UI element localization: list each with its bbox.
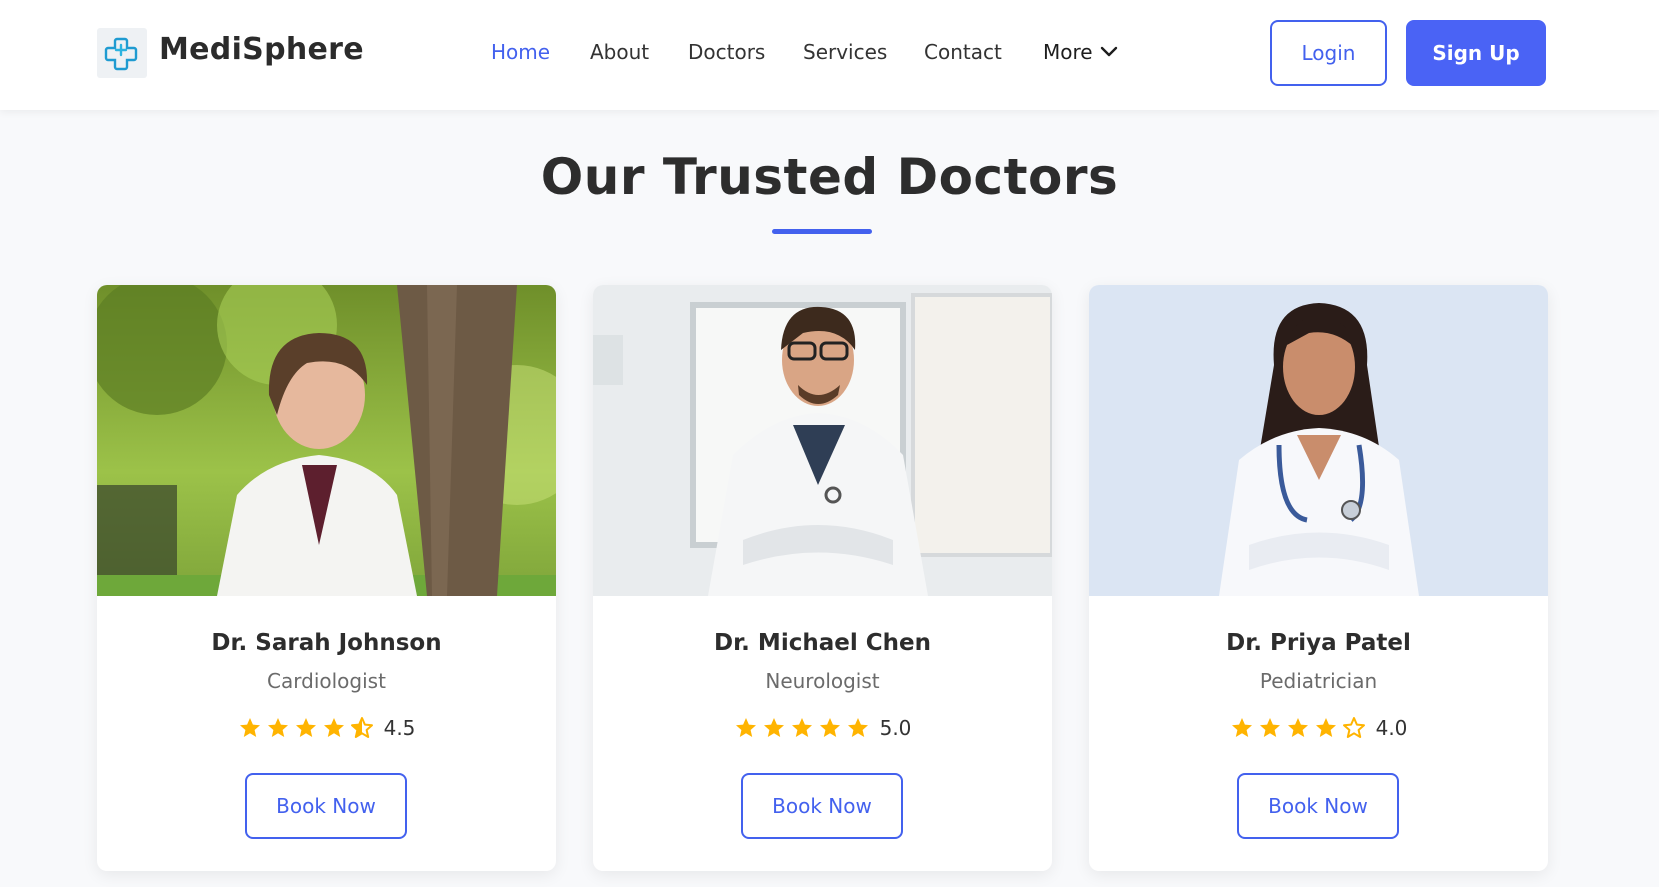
star-full-icon (295, 718, 316, 737)
doctor-specialty: Cardiologist (267, 669, 386, 693)
star-rating (1230, 716, 1366, 740)
star-full-icon (1287, 718, 1308, 737)
nav-item-home[interactable]: Home (491, 40, 550, 64)
star-full-icon (763, 718, 784, 737)
book-now-button[interactable]: Book Now (1237, 773, 1399, 839)
doctor-photo (593, 285, 1052, 596)
star-rating (238, 716, 374, 740)
book-now-button[interactable]: Book Now (245, 773, 407, 839)
star-full-icon (1231, 718, 1252, 737)
star-full-icon (267, 718, 288, 737)
star-full-icon (323, 718, 344, 737)
doctor-name: Dr. Michael Chen (714, 630, 931, 656)
star-full-icon (819, 718, 840, 737)
star-full-icon (1259, 718, 1280, 737)
title-underline (772, 229, 872, 234)
nav-item-doctors[interactable]: Doctors (688, 40, 765, 64)
doctor-card: Dr. Priya Patel Pediatrician 4.0 Book No… (1089, 285, 1548, 871)
nav-more-label: More (1043, 40, 1093, 64)
signup-button[interactable]: Sign Up (1406, 20, 1546, 86)
section-title: Our Trusted Doctors (540, 148, 1119, 206)
star-rating (734, 716, 870, 740)
brand-name[interactable]: MediSphere (159, 32, 364, 67)
rating-value: 4.0 (1375, 716, 1408, 740)
doctor-name: Dr. Sarah Johnson (211, 630, 442, 656)
top-navbar: MediSphere Home About Doctors Services C… (0, 0, 1659, 110)
nav-item-more[interactable]: More (1043, 40, 1119, 64)
star-full-icon (239, 718, 260, 737)
doctor-specialty: Pediatrician (1259, 669, 1378, 693)
doctor-specialty: Neurologist (765, 669, 880, 693)
rating-row: 5.0 (593, 716, 1052, 740)
nav-item-contact[interactable]: Contact (924, 40, 1002, 64)
star-full-icon (735, 718, 756, 737)
rating-row: 4.5 (97, 716, 556, 740)
rating-value: 4.5 (383, 716, 416, 740)
star-half-icon (350, 717, 373, 738)
rating-row: 4.0 (1089, 716, 1548, 740)
nav-item-services[interactable]: Services (803, 40, 887, 64)
medical-cross-icon[interactable] (97, 28, 147, 78)
doctor-photo (1089, 285, 1548, 596)
star-full-icon (847, 718, 868, 737)
rating-value: 5.0 (879, 716, 912, 740)
chevron-down-icon (1100, 46, 1117, 57)
doctor-name: Dr. Priya Patel (1226, 630, 1411, 656)
doctor-photo (97, 285, 556, 596)
doctor-card: Dr. Sarah Johnson Cardiologist 4.5 Book … (97, 285, 556, 871)
star-full-icon (1315, 718, 1336, 737)
star-full-icon (791, 718, 812, 737)
star-empty-icon (1342, 717, 1365, 738)
nav-item-about[interactable]: About (590, 40, 649, 64)
login-button[interactable]: Login (1270, 20, 1387, 86)
doctor-card: Dr. Michael Chen Neurologist 5.0 Book No… (593, 285, 1052, 871)
book-now-button[interactable]: Book Now (741, 773, 903, 839)
